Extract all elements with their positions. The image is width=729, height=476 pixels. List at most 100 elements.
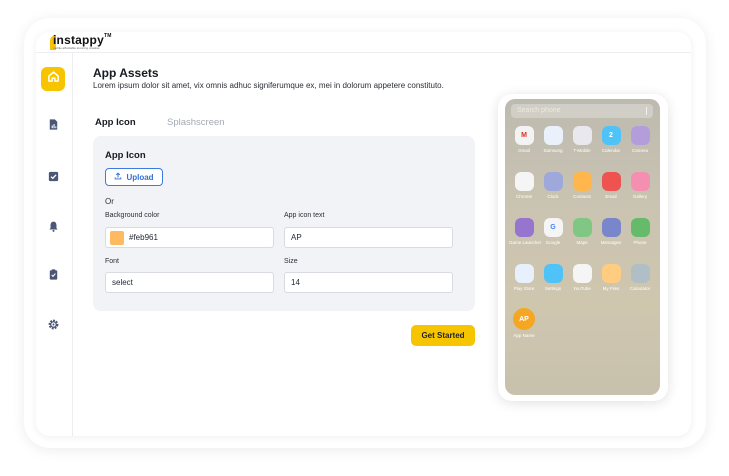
phone-app: Game Launcher bbox=[509, 218, 542, 245]
phone-search-bar: Search phone bbox=[511, 104, 653, 118]
phone-app: My Files bbox=[596, 264, 626, 291]
sidebar-item-notifications[interactable] bbox=[41, 217, 65, 241]
app-icon bbox=[572, 218, 592, 237]
phone-screen: Search phone M Gmail Samsung T-Mobile 2 Calen… bbox=[505, 99, 660, 395]
sidebar-item-tasks[interactable] bbox=[41, 167, 65, 191]
sidebar-item-reports[interactable] bbox=[41, 115, 65, 139]
app-icon: 2 bbox=[601, 126, 621, 145]
phone-app: Chrome bbox=[509, 172, 539, 199]
app-name: My Files bbox=[602, 286, 620, 291]
app-icon bbox=[572, 126, 592, 145]
sidebar-item-clipboard[interactable] bbox=[41, 265, 65, 289]
custom-app-name: App Name bbox=[513, 333, 535, 338]
size-label: Size bbox=[284, 258, 298, 265]
app-icon bbox=[630, 126, 650, 145]
phone-app: Maps bbox=[567, 218, 597, 245]
brand-name: instappy bbox=[53, 33, 104, 47]
top-bar: instappyTM mobile affordable stunning cr… bbox=[36, 32, 691, 53]
background-color-label: Background color bbox=[105, 212, 160, 219]
font-label: Font bbox=[105, 258, 120, 265]
app-name: Email bbox=[605, 194, 617, 199]
clipboard-icon bbox=[47, 268, 60, 286]
phone-app: Settings bbox=[538, 264, 568, 291]
phone-search-placeholder: Search phone bbox=[517, 107, 561, 114]
upload-label: Upload bbox=[126, 172, 154, 182]
tab-splashscreen[interactable]: Splashscreen bbox=[167, 117, 225, 128]
app-name: Samsung bbox=[543, 148, 563, 153]
app-name: T-Mobile bbox=[573, 148, 591, 153]
app-icon bbox=[514, 218, 534, 237]
app-icon bbox=[514, 172, 534, 191]
app-name: Chrome bbox=[515, 194, 532, 199]
report-icon bbox=[47, 118, 60, 136]
app-name: Maps bbox=[576, 240, 588, 245]
phone-app: Phone bbox=[625, 218, 655, 245]
app-icon: M bbox=[514, 126, 534, 145]
app-icon bbox=[514, 264, 534, 283]
phone-app: Clock bbox=[538, 172, 568, 199]
phone-app: T-Mobile bbox=[567, 126, 597, 153]
app-name: YouTube bbox=[573, 286, 591, 291]
app-icon: G bbox=[543, 218, 563, 237]
custom-app-icon: AP bbox=[513, 308, 535, 330]
app-icon-text-label: App icon text bbox=[284, 212, 325, 219]
brand-tagline: mobile affordable stunning creative bbox=[53, 46, 100, 50]
font-value: select bbox=[112, 278, 133, 287]
app-name: Clock bbox=[547, 194, 559, 199]
app-icon bbox=[630, 264, 650, 283]
background-color-field[interactable]: #feb961 bbox=[105, 227, 274, 248]
tab-app-icon[interactable]: App Icon bbox=[95, 117, 136, 128]
phone-app: Email bbox=[596, 172, 626, 199]
app-name: Phone bbox=[633, 240, 647, 245]
bell-icon bbox=[47, 220, 60, 238]
app-name: Camera bbox=[631, 148, 648, 153]
or-separator: Or bbox=[105, 197, 114, 206]
phone-app: Camera bbox=[625, 126, 655, 153]
app-name: Gmail bbox=[518, 148, 530, 153]
app-name: Messages bbox=[600, 240, 622, 245]
background-color-value: #feb961 bbox=[129, 233, 158, 242]
app-name: Calendar bbox=[601, 148, 621, 153]
app-icon bbox=[543, 172, 563, 191]
app-icon bbox=[630, 172, 650, 191]
app-icon bbox=[601, 172, 621, 191]
phone-app: Samsung bbox=[538, 126, 568, 153]
page-title: App Assets bbox=[93, 66, 159, 80]
phone-app: YouTube bbox=[567, 264, 597, 291]
app-name: Settings bbox=[544, 286, 562, 291]
app-icon bbox=[601, 264, 621, 283]
font-select[interactable]: select bbox=[105, 272, 274, 293]
phone-app: G Google bbox=[538, 218, 568, 245]
gear-icon bbox=[47, 318, 60, 336]
sidebar-item-settings[interactable] bbox=[41, 315, 65, 339]
size-field[interactable]: 14 bbox=[284, 272, 453, 293]
app-icon bbox=[543, 264, 563, 283]
brand-tm: TM bbox=[103, 33, 112, 39]
phone-app: Contacts bbox=[567, 172, 597, 199]
phone-app: Calculator bbox=[625, 264, 655, 291]
app-name: Contacts bbox=[573, 194, 591, 199]
app-name: Google bbox=[545, 240, 561, 245]
sidebar-item-home[interactable] bbox=[41, 67, 65, 91]
page-subtitle: Lorem ipsum dolor sit amet, vix omnis ad… bbox=[93, 81, 444, 90]
app-name: Game Launcher bbox=[509, 240, 542, 245]
phone-app: Play Store bbox=[509, 264, 539, 291]
home-icon bbox=[47, 70, 60, 88]
app-icon bbox=[601, 218, 621, 237]
color-swatch[interactable] bbox=[110, 230, 124, 245]
size-value: 14 bbox=[291, 278, 300, 287]
app-icon bbox=[630, 218, 650, 237]
phone-app: 2 Calendar bbox=[596, 126, 626, 153]
phone-app: Gallery bbox=[625, 172, 655, 199]
upload-icon bbox=[114, 172, 122, 182]
panel-title: App Icon bbox=[105, 150, 146, 161]
brand-logo: instappyTM bbox=[53, 33, 112, 47]
app-icon bbox=[572, 264, 592, 283]
upload-button[interactable]: Upload bbox=[105, 168, 163, 186]
get-started-button[interactable]: Get Started bbox=[411, 325, 475, 346]
app-name: Calculator bbox=[629, 286, 651, 291]
app-icon-text-field[interactable]: AP bbox=[284, 227, 453, 248]
app-name: Play Store bbox=[513, 286, 535, 291]
app-name: Gallery bbox=[632, 194, 648, 199]
phone-app: Messages bbox=[596, 218, 626, 245]
